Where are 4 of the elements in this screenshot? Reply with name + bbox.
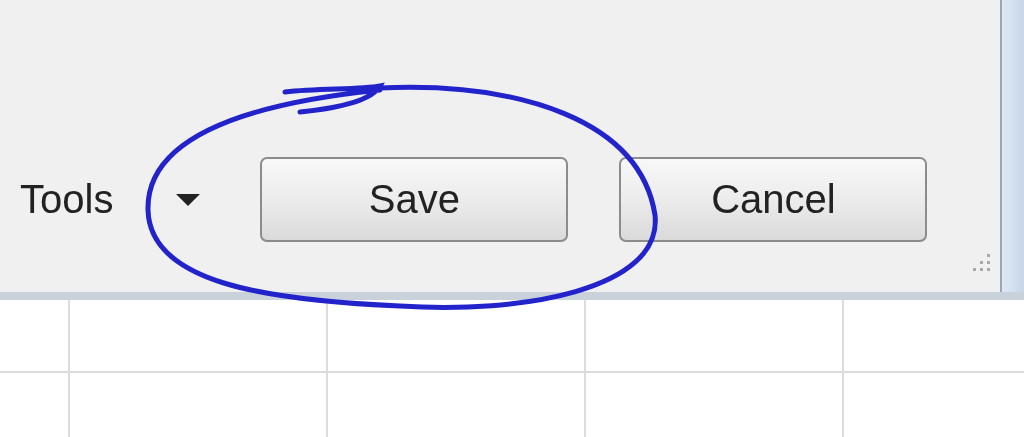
tools-dropdown[interactable]: Tools [20,157,201,242]
save-button[interactable]: Save [260,157,569,242]
cancel-button[interactable]: Cancel [619,157,928,242]
caret-icon [176,193,201,206]
